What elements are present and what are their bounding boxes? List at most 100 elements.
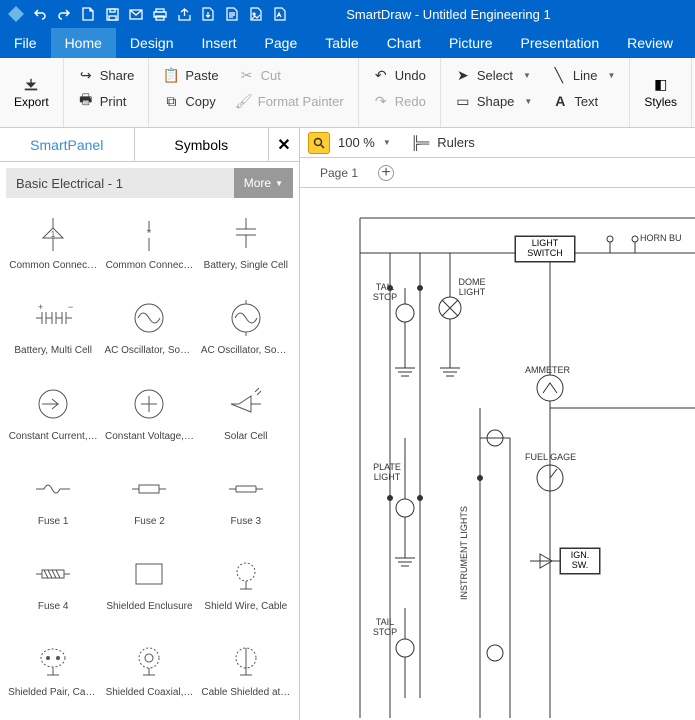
chevron-down-icon: ▼ [523,71,531,80]
symbol-item[interactable]: Constant Current,… [6,375,100,458]
export-button[interactable]: Export [14,77,49,109]
symbol-label: Shielded Enclusure [104,601,194,612]
menu-chart[interactable]: Chart [373,28,435,58]
mail-icon[interactable] [128,6,144,22]
symbol-label: Battery, Multi Cell [8,345,98,356]
drawing-canvas[interactable]: LIGHT SWITCH HORN BU TAIL STOP DOME LIGH… [300,188,695,720]
symbol-preview: +− [13,293,93,343]
menu-table[interactable]: Table [311,28,372,58]
copy-icon: ⧉ [163,93,179,109]
menu-presentation[interactable]: Presentation [507,28,614,58]
menu-page[interactable]: Page [251,28,312,58]
symbol-item[interactable]: AC Oscillator, Sou… [102,289,196,372]
symbol-item[interactable]: * Common Connec… [102,204,196,287]
symbol-item[interactable]: Battery, Single Cell [199,204,293,287]
download-icon [23,77,39,93]
main-area: SmartPanel Symbols ✕ Basic Electrical - … [0,128,695,720]
symbol-preview: * [109,208,189,258]
symbol-preview [109,549,189,599]
symbol-item[interactable]: +− Battery, Multi Cell [6,289,100,372]
ribbon-group-clipboard: 📋Paste ✂Cut ⧉Copy 🖌Format Painter [149,58,358,127]
chevron-down-icon: ▼ [524,97,532,106]
copy-button[interactable]: ⧉Copy [163,90,215,112]
export-pdf-icon[interactable] [200,6,216,22]
symbol-item[interactable]: Shielded Enclusure [102,545,196,628]
symbol-preview [13,464,93,514]
printer-icon: 🖶 [78,93,94,109]
share-arrow-icon: ↪ [78,67,94,83]
zoom-level[interactable]: 100 % [338,135,375,150]
new-icon[interactable] [80,6,96,22]
symbol-item[interactable]: Fuse 3 [199,460,293,543]
export-img-icon[interactable] [248,6,264,22]
symbol-preview [13,379,93,429]
paste-button[interactable]: 📋Paste [163,64,218,86]
export-other-icon[interactable] [272,6,288,22]
print-button[interactable]: 🖶Print [78,90,135,112]
symbol-item[interactable]: 1Common Connec… [6,204,100,287]
share-button[interactable]: ↪Share [78,64,135,86]
save-icon[interactable] [104,6,120,22]
library-header: Basic Electrical - 1 More▼ [6,168,293,198]
export-doc-icon[interactable] [224,6,240,22]
menu-home[interactable]: Home [51,28,116,58]
symbol-item[interactable]: Shielded Coaxial,… [102,631,196,714]
symbol-label: AC Oscillator, Sou… [104,345,194,356]
symbol-item[interactable]: Shield Wire, Cable [199,545,293,628]
label-dome-light: DOME LIGHT [455,278,489,298]
symbol-item[interactable]: Solar Cell [199,375,293,458]
symbol-label: Common Connec… [104,260,194,271]
app-logo [6,4,26,24]
symbol-preview [109,464,189,514]
label-horn: HORN BU [640,234,682,244]
styles-button[interactable]: ◧ Styles [644,77,677,109]
scissors-icon: ✂ [239,67,255,83]
menu-support[interactable]: Support [687,28,695,58]
cut-button[interactable]: ✂Cut [239,64,281,86]
symbol-item[interactable]: Shielded Pair, Cable [6,631,100,714]
more-button[interactable]: More▼ [234,168,293,198]
ribbon-group-undo: ↶Undo ↷Redo [359,58,441,127]
label-ign-sw: IGN. SW. [560,548,600,574]
label-instrument-lights: INSTRUMENT LIGHTS [460,498,470,608]
menu-review[interactable]: Review [613,28,687,58]
symbol-item[interactable]: Fuse 4 [6,545,100,628]
symbol-preview [13,635,93,685]
line-button[interactable]: ╲Line▼ [551,64,616,86]
redo-button[interactable]: ↷Redo [373,90,426,112]
label-fuel-gage: FUEL GAGE [525,453,576,463]
text-button[interactable]: AText [552,90,598,112]
menu-insert[interactable]: Insert [188,28,251,58]
menu-picture[interactable]: Picture [435,28,507,58]
chevron-down-icon[interactable]: ▼ [383,138,391,147]
select-button[interactable]: ➤Select▼ [455,64,531,86]
tab-smartpanel[interactable]: SmartPanel [0,128,135,161]
cursor-icon: ➤ [455,67,471,83]
symbol-item[interactable]: Fuse 1 [6,460,100,543]
format-painter-button[interactable]: 🖌Format Painter [236,90,344,112]
symbol-item[interactable]: Cable Shielded at… [199,631,293,714]
chevron-down-icon: ▼ [275,179,283,188]
page-tab-1[interactable]: Page 1 [320,166,358,180]
print-icon[interactable] [152,6,168,22]
symbol-item[interactable]: AC Oscillator, Sou… [199,289,293,372]
symbol-item[interactable]: Constant Voltage,… [102,375,196,458]
rulers-button[interactable]: Rulers [437,135,475,150]
quick-access-toolbar [32,6,288,22]
redo-icon[interactable] [56,6,72,22]
rulers-icon[interactable]: ╠═ [411,135,429,150]
share-icon[interactable] [176,6,192,22]
add-page-button[interactable]: + [378,165,394,181]
zoom-tool-icon[interactable] [308,132,330,154]
symbol-label: Fuse 1 [8,516,98,527]
undo-button[interactable]: ↶Undo [373,64,426,86]
menu-design[interactable]: Design [116,28,188,58]
shape-button[interactable]: ▭Shape▼ [455,90,533,112]
symbol-item[interactable]: Fuse 2 [102,460,196,543]
tab-symbols[interactable]: Symbols [135,128,270,161]
label-tail-stop-2: TAIL STOP [370,618,400,638]
symbol-preview [13,549,93,599]
close-panel-button[interactable]: ✕ [269,128,299,161]
menu-file[interactable]: File [0,28,51,58]
undo-icon[interactable] [32,6,48,22]
